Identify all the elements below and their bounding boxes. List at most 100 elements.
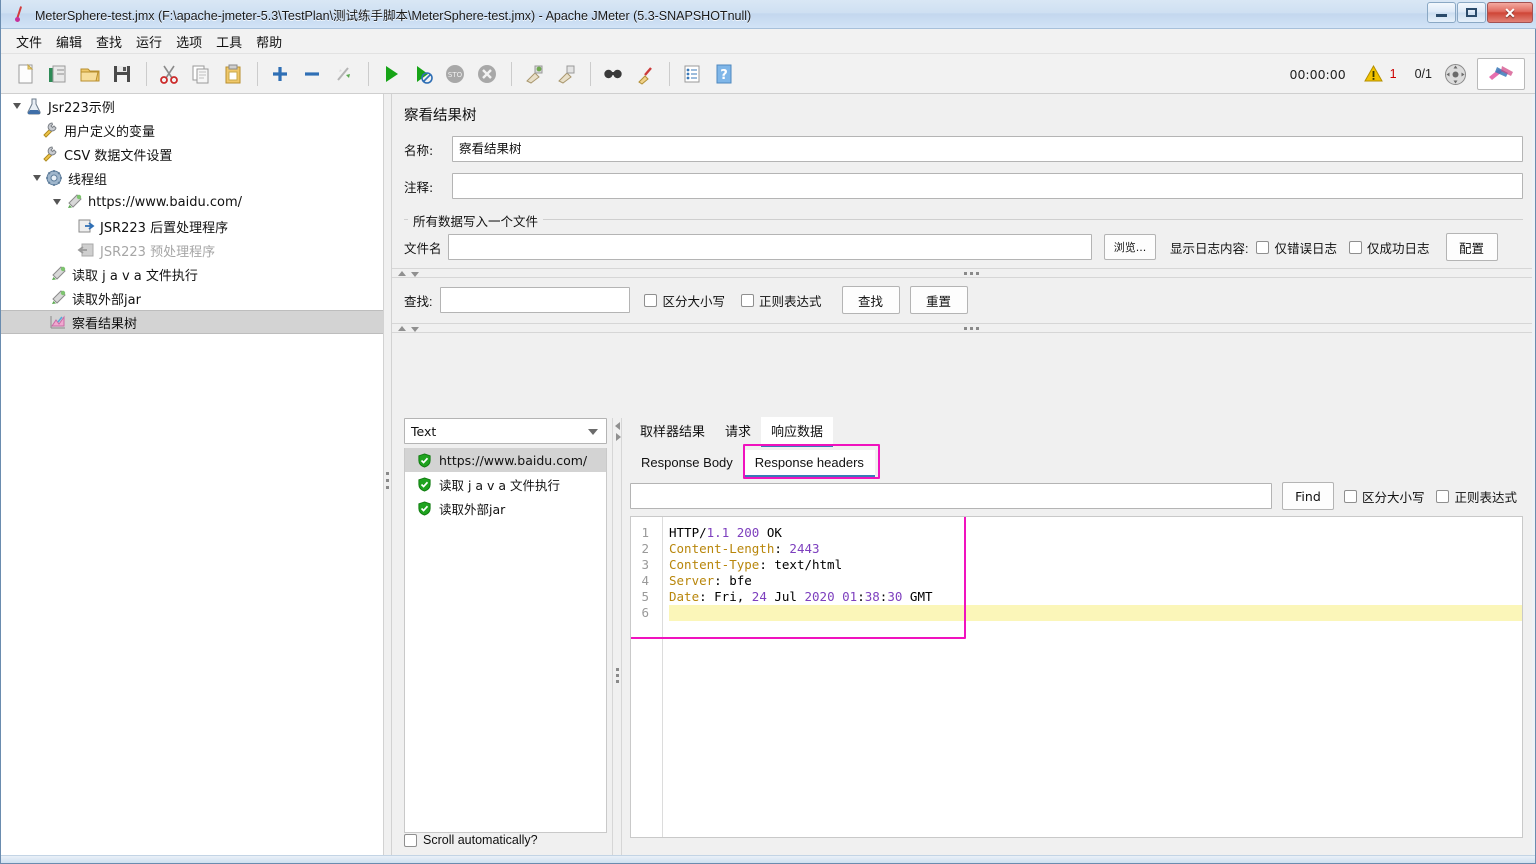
response-find-button[interactable]: Find <box>1281 482 1334 510</box>
menu-run[interactable]: 运行 <box>129 29 169 54</box>
subtab-response-body[interactable]: Response Body <box>630 450 744 476</box>
response-find-input[interactable] <box>630 483 1272 509</box>
list-item[interactable]: https://www.baidu.com/ <box>405 448 606 472</box>
start-icon[interactable] <box>376 59 406 89</box>
new-icon[interactable] <box>11 59 41 89</box>
render-format-select[interactable]: Text <box>404 418 607 444</box>
tab-sampler-result[interactable]: 取样器结果 <box>630 417 715 445</box>
list-item[interactable]: 读取 j a v a 文件执行 <box>405 472 606 496</box>
configure-button[interactable]: 配置 <box>1445 233 1498 261</box>
code-line: Content-Length: 2443 <box>669 541 820 556</box>
response-find-bar: Find 区分大小写 正则表达式 <box>630 482 1523 510</box>
close-button[interactable]: ✕ <box>1487 2 1533 23</box>
open-icon[interactable] <box>75 59 105 89</box>
main-splitter[interactable] <box>384 94 392 863</box>
response-headers-viewer[interactable]: 1 2 3 4 5 6 HTTP/1.1 200 OK Content-Leng… <box>630 516 1523 838</box>
chevron-down-icon[interactable] <box>9 98 25 114</box>
results-area: Text https://www.baidu.com/ 读取 j a v a 文… <box>392 417 1535 863</box>
checkbox-label: Scroll automatically? <box>423 833 538 847</box>
menu-search[interactable]: 查找 <box>89 29 129 54</box>
cut-icon[interactable] <box>154 59 184 89</box>
comment-input[interactable] <box>452 173 1523 199</box>
toggle-icon[interactable] <box>329 59 359 89</box>
subtab-response-headers[interactable]: Response headers <box>743 450 876 478</box>
response-case-sensitive-checkbox[interactable]: 区分大小写 <box>1343 487 1424 506</box>
tree-node-view-results-tree[interactable]: 察看结果树 <box>1 310 383 334</box>
elapsed-time: 00:00:00 <box>1289 66 1346 82</box>
errors-only-checkbox[interactable]: 仅错误日志 <box>1256 238 1337 257</box>
toolbar-separator <box>368 61 369 86</box>
shutdown-icon[interactable] <box>472 59 502 89</box>
start-no-timers-icon[interactable] <box>408 59 438 89</box>
browse-button[interactable]: 浏览... <box>1104 234 1156 260</box>
menu-bar: 文件 编辑 查找 运行 选项 工具 帮助 <box>1 29 1535 54</box>
close-icon: ✕ <box>1504 4 1516 21</box>
toolbar-separator <box>511 61 512 86</box>
menu-help[interactable]: 帮助 <box>249 29 289 54</box>
menu-tools[interactable]: 工具 <box>209 29 249 54</box>
list-item[interactable]: 读取外部jar <box>405 496 606 520</box>
divider-arrows[interactable] <box>398 325 419 332</box>
checkbox-box <box>741 293 754 307</box>
clear-icon[interactable] <box>519 59 549 89</box>
tree-node-thread-group[interactable]: 线程组 <box>1 166 383 190</box>
search-icon[interactable] <box>598 59 628 89</box>
response-headers-text: HTTP/1.1 200 OK Content-Length: 2443 Con… <box>669 517 1522 621</box>
search-reset-icon[interactable] <box>630 59 660 89</box>
sampler-result-list[interactable]: https://www.baidu.com/ 读取 j a v a 文件执行 读… <box>404 448 607 833</box>
tab-response-data[interactable]: 响应数据 <box>761 417 834 447</box>
test-plan-tree[interactable]: Jsr223示例 用户定义的变量 CSV 数据文件设置 线程组 https://… <box>1 94 384 863</box>
http-sampler-icon <box>68 194 82 208</box>
search-case-sensitive-checkbox[interactable]: 区分大小写 <box>644 291 725 310</box>
name-input[interactable]: 察看结果树 <box>452 136 1523 162</box>
divider-arrows[interactable] <box>614 422 621 441</box>
tree-node-jsr223-postprocessor[interactable]: JSR223 后置处理程序 <box>1 214 383 238</box>
save-icon[interactable] <box>107 59 137 89</box>
paste-icon[interactable] <box>218 59 248 89</box>
chevron-down-icon[interactable] <box>49 194 65 210</box>
tree-node-user-defined-variables[interactable]: 用户定义的变量 <box>1 118 383 142</box>
success-only-checkbox[interactable]: 仅成功日志 <box>1349 238 1430 257</box>
tree-node-read-java-file[interactable]: 读取 j a v a 文件执行 <box>1 262 383 286</box>
menu-file[interactable]: 文件 <box>9 29 49 54</box>
tree-node-label: CSV 数据文件设置 <box>64 148 173 164</box>
search-input[interactable] <box>440 287 631 313</box>
search-find-button[interactable]: 查找 <box>841 286 900 314</box>
help-icon[interactable]: ? <box>709 59 739 89</box>
thread-group-icon <box>46 170 62 186</box>
warning-count: 1 <box>1389 67 1397 81</box>
search-regex-checkbox[interactable]: 正则表达式 <box>741 291 822 310</box>
chevron-down-icon[interactable] <box>29 170 45 186</box>
tree-node-test-plan[interactable]: Jsr223示例 <box>1 94 383 118</box>
tree-node-http-baidu[interactable]: https://www.baidu.com/ <box>1 190 383 214</box>
expand-icon[interactable] <box>265 59 295 89</box>
split-divider-bottom[interactable] <box>392 323 1535 333</box>
results-vertical-splitter[interactable] <box>612 418 622 863</box>
divider-arrows[interactable] <box>398 270 419 277</box>
warning-indicator[interactable]: 1 <box>1363 65 1397 83</box>
toolbar: STO ? 00:00:00 1 0/1 <box>1 54 1535 94</box>
filename-input[interactable] <box>448 234 1092 260</box>
render-format-value: Text <box>411 423 437 439</box>
search-reset-button[interactable]: 重置 <box>909 286 968 314</box>
clear-all-icon[interactable] <box>551 59 581 89</box>
tree-node-read-external-jar[interactable]: 读取外部jar <box>1 286 383 310</box>
minimize-button[interactable] <box>1427 2 1456 23</box>
scroll-automatically-checkbox[interactable]: Scroll automatically? <box>404 833 538 847</box>
response-regex-checkbox[interactable]: 正则表达式 <box>1436 487 1517 506</box>
jmeter-window: MeterSphere-test.jmx (F:\apache-jmeter-5… <box>0 0 1536 864</box>
templates-icon[interactable] <box>43 59 73 89</box>
view-results-tree-icon <box>50 315 65 329</box>
tab-request[interactable]: 请求 <box>715 417 761 445</box>
function-helper-icon[interactable] <box>677 59 707 89</box>
split-divider-top[interactable] <box>392 268 1535 278</box>
stop-icon[interactable]: STO <box>440 59 470 89</box>
tree-node-jsr223-preprocessor[interactable]: JSR223 预处理程序 <box>1 238 383 262</box>
collapse-icon[interactable] <box>297 59 327 89</box>
jmeter-logo-button[interactable] <box>1477 58 1525 90</box>
copy-icon[interactable] <box>186 59 216 89</box>
tree-node-csv-data-set[interactable]: CSV 数据文件设置 <box>1 142 383 166</box>
menu-options[interactable]: 选项 <box>169 29 209 54</box>
menu-edit[interactable]: 编辑 <box>49 29 89 54</box>
maximize-button[interactable] <box>1457 2 1486 23</box>
